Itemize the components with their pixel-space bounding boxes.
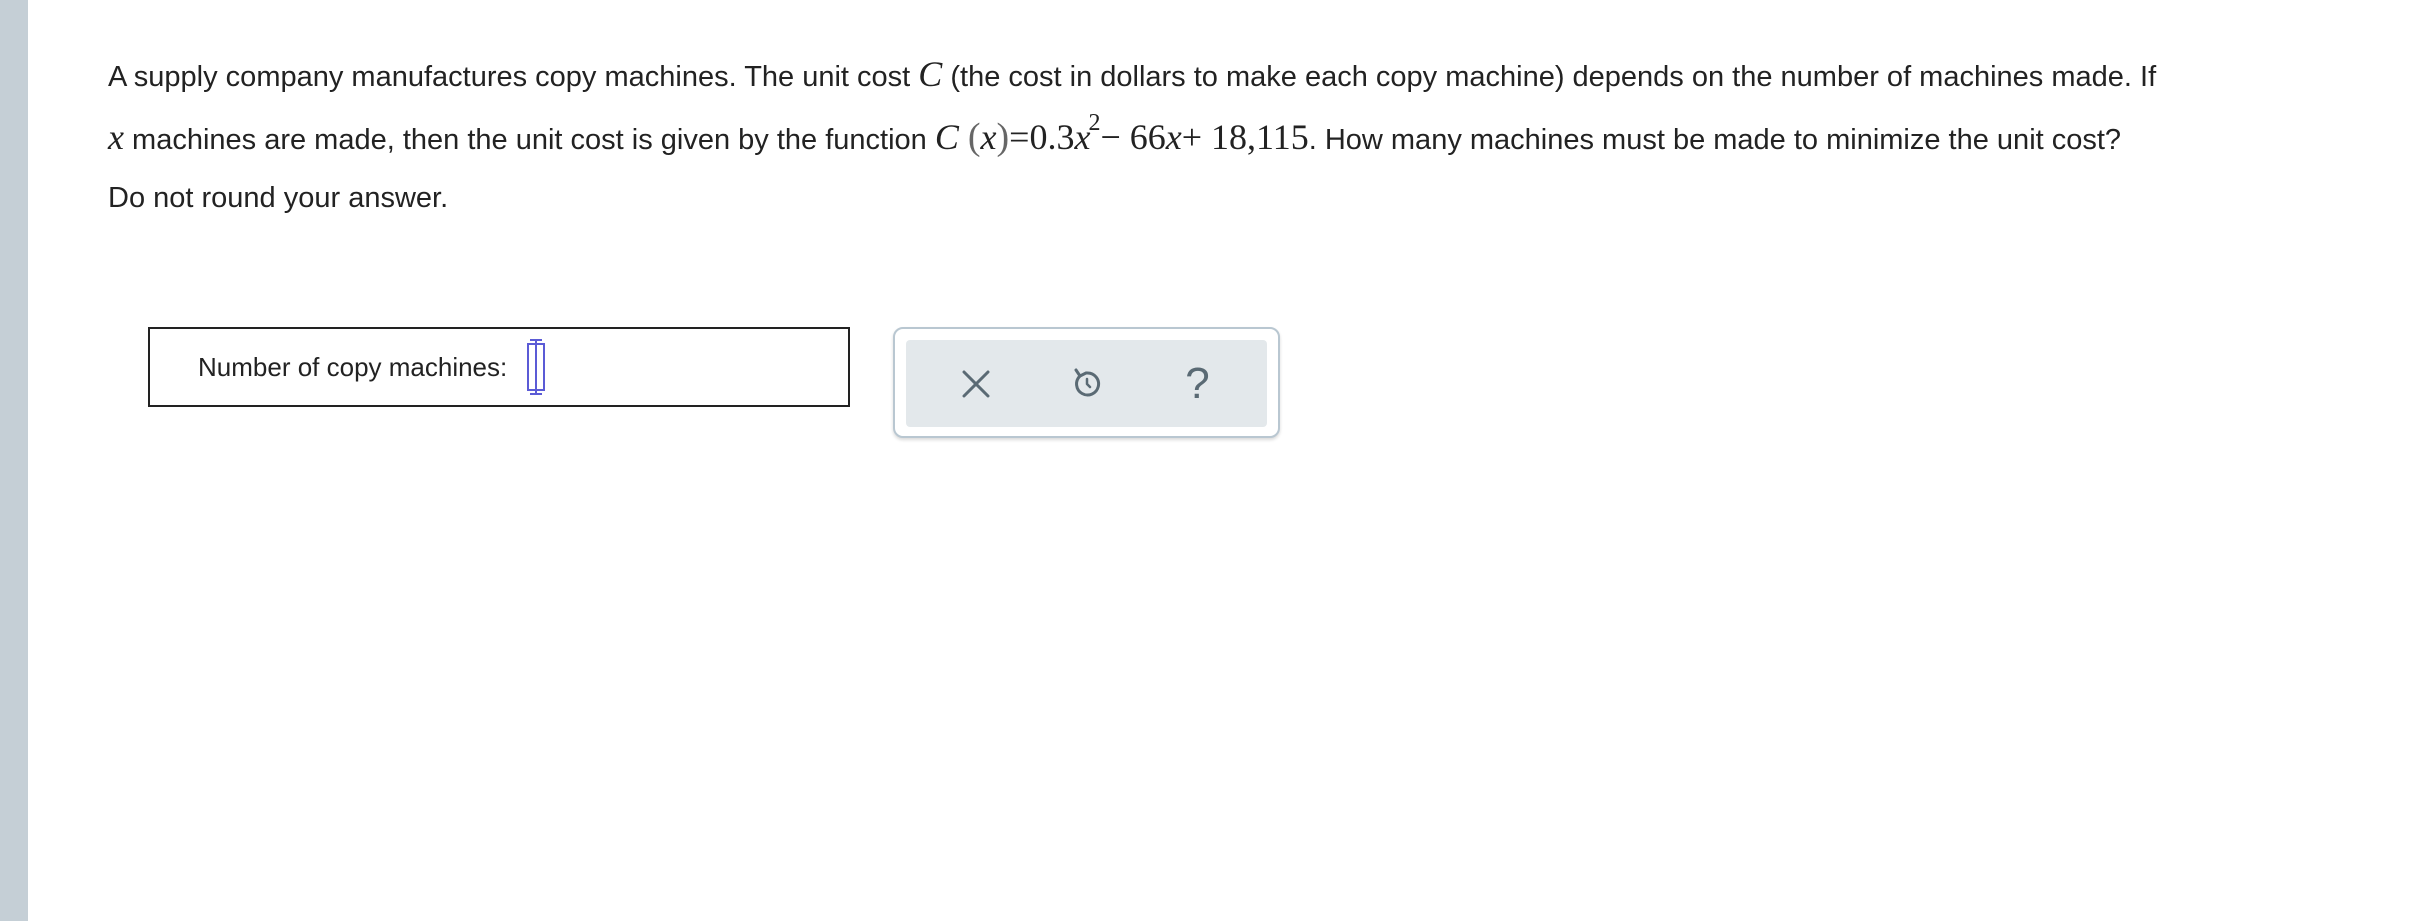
question-text-2b: . How many machines must be made to mini… [1308,124,2122,156]
question-line-2: x machines are made, then the unit cost … [108,107,2408,170]
cursor-bottom [530,393,543,395]
function-arg: x [980,117,997,157]
question-text-2a: machines are made, then the unit cost is… [123,124,935,156]
function-name: C [934,117,959,157]
variable-c: C [918,54,943,94]
undo-button[interactable] [1052,349,1122,419]
question-text: A supply company manufactures copy machi… [108,44,2408,170]
answer-label: Number of copy machines: [198,351,508,382]
help-button[interactable]: ? [1163,349,1233,419]
clear-button[interactable] [941,349,1011,419]
answer-tools: ? [906,340,1267,427]
answer-box: Number of copy machines: [148,327,850,407]
instruction-text: Do not round your answer. [108,182,449,214]
text-cursor [535,339,538,395]
function-end: + 18,115 [1181,117,1309,157]
undo-icon [1070,367,1104,401]
cost-function: C (x)=0.3x2− 66x+ 18,115 [934,110,1309,158]
function-mid: − 66 [1100,117,1166,157]
left-rail [0,0,28,921]
help-icon: ? [1185,358,1210,408]
function-exponent: 2 [1088,110,1101,136]
function-x2: x [1165,117,1182,157]
question-text-1a: A supply company manufactures copy machi… [108,61,919,93]
close-icon [961,369,991,399]
answer-input[interactable] [527,339,546,395]
variable-x: x [108,117,124,157]
function-eq: =0.3 [1009,117,1075,157]
question-line-1: A supply company manufactures copy machi… [108,44,2408,107]
answer-tools-panel: ? [893,327,1280,438]
question-text-1b: (the cost in dollars to make each copy m… [942,61,2157,93]
